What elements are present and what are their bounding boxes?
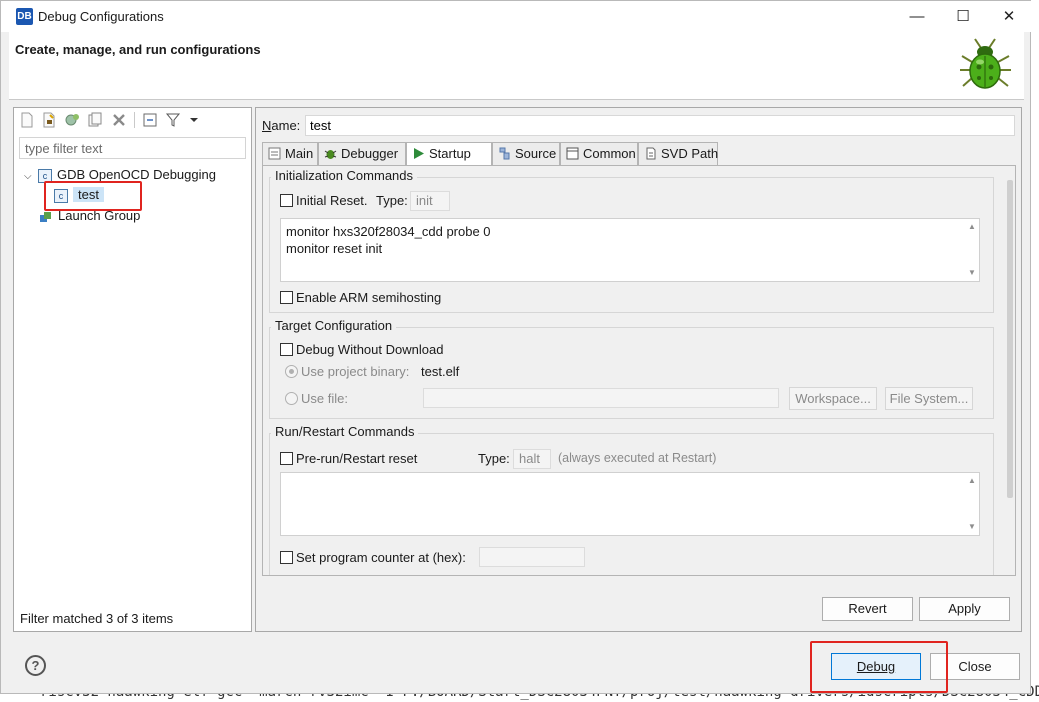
use-project-binary-radio[interactable]: Use project binary: (285, 364, 409, 379)
debugger-bug-icon (324, 150, 337, 159)
restart-commands-scrollbar[interactable]: ▲ ▼ (965, 473, 979, 535)
chevron-down-icon[interactable]: ⌵ (24, 167, 38, 187)
tab-svd-path[interactable]: SVD Path (638, 142, 718, 166)
title-bar[interactable]: DB Debug Configurations — ☐ ✕ (1, 1, 1032, 32)
set-program-counter-checkbox[interactable]: Set program counter at (hex): (280, 550, 466, 565)
startup-play-icon (414, 148, 424, 159)
header-banner: Create, manage, and run configurations (9, 32, 1024, 100)
checkbox-label: Set program counter at (hex): (296, 550, 466, 565)
button-label: Revert (848, 601, 887, 616)
checkbox-box[interactable] (280, 194, 293, 207)
program-counter-input[interactable] (479, 547, 585, 567)
tab-bar: Main Debugger Startup Source Common SVD … (262, 142, 1016, 167)
startup-tab-content: Initialization Commands Initial Reset. T… (262, 165, 1016, 576)
app-icon: DB (16, 8, 33, 25)
debug-without-download-checkbox[interactable]: Debug Without Download (280, 342, 443, 357)
restart-type-label: Type: (478, 451, 510, 466)
export-configuration-icon[interactable] (64, 112, 80, 128)
help-icon[interactable]: ? (25, 655, 46, 676)
restart-type-field[interactable]: halt (513, 449, 551, 469)
checkbox-label: Initial Reset. (296, 193, 368, 208)
filter-icon[interactable] (165, 112, 181, 128)
tab-startup[interactable]: Startup (406, 142, 492, 167)
use-file-input[interactable] (423, 388, 779, 408)
tab-label: Startup (429, 146, 471, 161)
radio-button[interactable] (285, 365, 298, 378)
tab-label: Debugger (341, 146, 399, 161)
arm-semihosting-checkbox[interactable]: Enable ARM semihosting (280, 290, 441, 305)
restart-note: (always executed at Restart) (558, 451, 717, 465)
init-type-field[interactable]: init (410, 191, 450, 211)
checkbox-box[interactable] (280, 452, 293, 465)
checkbox-label: Pre-run/Restart reset (296, 451, 418, 466)
common-icon (566, 147, 579, 160)
radio-label: Use file: (301, 391, 348, 406)
left-toolbar (14, 108, 251, 132)
duplicate-configuration-icon[interactable] (87, 112, 103, 128)
highlight-box-test (44, 181, 142, 211)
run-restart-commands-title: Run/Restart Commands (271, 424, 419, 439)
window-title: Debug Configurations (38, 9, 164, 24)
tab-content-scrollbar[interactable] (1007, 180, 1013, 498)
init-commands-scrollbar[interactable]: ▲ ▼ (965, 219, 979, 281)
init-type-label: Type: (376, 193, 408, 208)
name-label: Name: (262, 118, 301, 133)
checkbox-label: Enable ARM semihosting (296, 290, 442, 305)
filter-status-text: Filter matched 3 of 3 items (20, 611, 174, 626)
scroll-up-icon[interactable]: ▲ (965, 221, 979, 233)
workspace-button[interactable]: Workspace... (789, 387, 877, 410)
tab-main[interactable]: Main (262, 142, 318, 166)
tab-label: Source (515, 146, 557, 161)
new-prototype-icon[interactable] (41, 112, 57, 128)
tree-item-label: GDB OpenOCD Debugging (57, 167, 216, 182)
tab-common[interactable]: Common (560, 142, 638, 166)
filter-input[interactable] (19, 137, 246, 159)
close-window-button[interactable]: ✕ (986, 1, 1032, 32)
scroll-down-icon[interactable]: ▼ (965, 267, 979, 279)
view-menu-chevron-down-icon[interactable] (186, 112, 202, 128)
main-tab-icon (268, 147, 281, 160)
name-field[interactable] (305, 115, 1015, 136)
project-binary-value: test.elf (421, 364, 460, 379)
target-configuration-title: Target Configuration (271, 318, 397, 333)
prerun-restart-reset-checkbox[interactable]: Pre-run/Restart reset (280, 451, 417, 466)
highlight-box-debug (810, 641, 948, 693)
radio-label: Use project binary: (301, 364, 410, 379)
tab-label: SVD Path (661, 146, 719, 161)
bug-icon (954, 34, 1018, 96)
checkbox-label: Debug Without Download (296, 342, 444, 357)
tab-label: Main (285, 146, 314, 161)
collapse-all-icon[interactable] (142, 112, 158, 128)
restart-commands-textarea[interactable] (280, 472, 980, 536)
button-label: Apply (948, 601, 981, 616)
radio-button[interactable] (285, 392, 298, 405)
maximize-button[interactable]: ☐ (940, 1, 986, 32)
banner-title: Create, manage, and run configurations (15, 42, 261, 57)
configuration-editor-panel: Name: Main Debugger Startup Source Commo… (255, 107, 1022, 632)
background-window-edge (1031, 0, 1039, 682)
scroll-up-icon[interactable]: ▲ (965, 475, 979, 487)
debug-configurations-dialog: DB Debug Configurations — ☐ ✕ Create, ma… (0, 0, 1032, 694)
revert-button[interactable]: Revert (822, 597, 913, 621)
scroll-down-icon[interactable]: ▼ (965, 521, 979, 533)
source-icon (499, 147, 510, 160)
init-commands-textarea[interactable]: monitor hxs320f28034_cdd probe 0 monitor… (280, 218, 980, 282)
launch-group-icon (39, 210, 53, 224)
initialization-commands-title: Initialization Commands (271, 168, 418, 183)
checkbox-box[interactable] (280, 343, 293, 356)
tab-debugger[interactable]: Debugger (318, 142, 406, 166)
toolbar-separator (134, 112, 135, 128)
delete-configuration-icon[interactable] (111, 112, 127, 128)
apply-button[interactable]: Apply (919, 597, 1010, 621)
use-file-radio[interactable]: Use file: (285, 391, 348, 406)
new-configuration-icon[interactable] (19, 112, 35, 128)
minimize-button[interactable]: — (894, 1, 940, 32)
checkbox-box[interactable] (280, 291, 293, 304)
svd-path-icon (646, 147, 656, 160)
file-system-button[interactable]: File System... (885, 387, 973, 410)
initial-reset-checkbox[interactable]: Initial Reset. (280, 193, 368, 208)
tab-label: Common (583, 146, 636, 161)
tab-source[interactable]: Source (492, 142, 560, 166)
checkbox-box[interactable] (280, 551, 293, 564)
